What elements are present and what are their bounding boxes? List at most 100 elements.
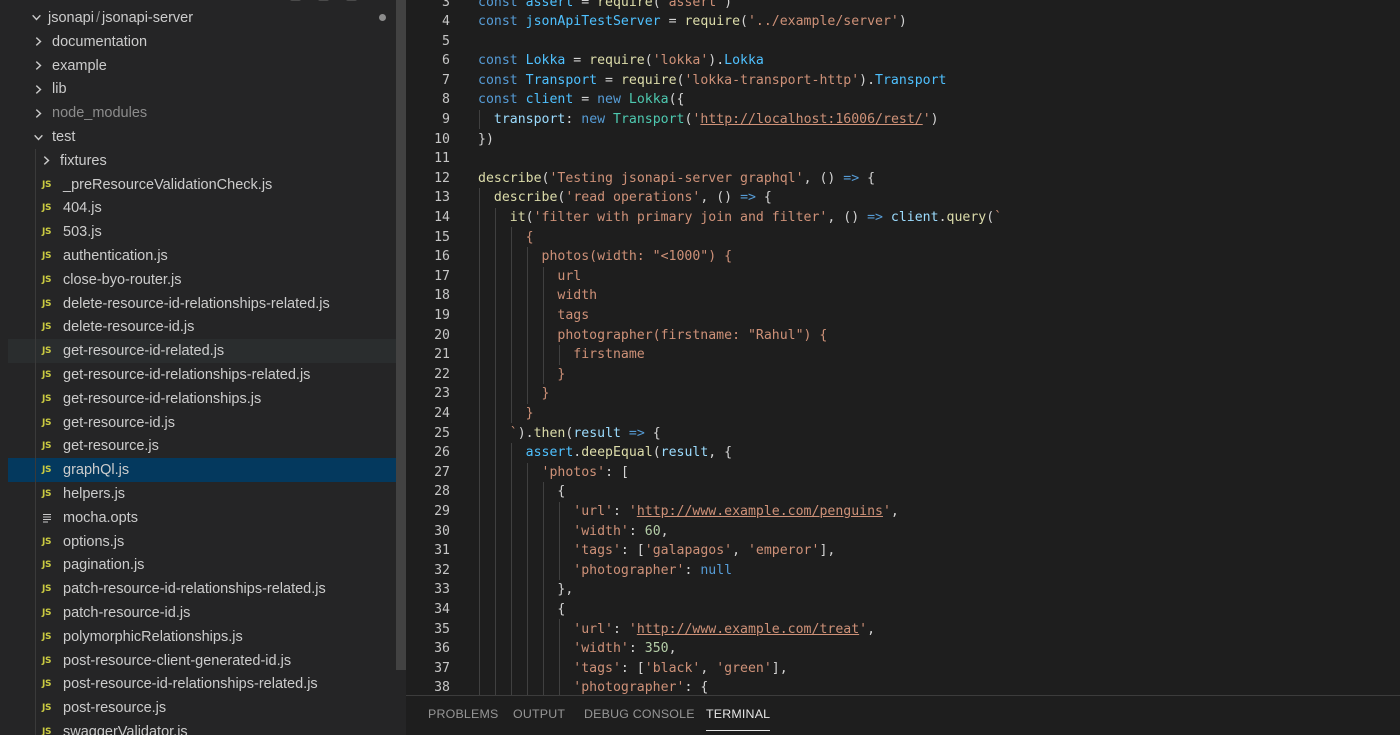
code-editor[interactable]: 3 const assert = require('assert') 4 const … bbox=[406, 0, 1400, 695]
indent-guide bbox=[35, 458, 36, 483]
tab-terminal[interactable]: TERMINAL bbox=[706, 707, 771, 731]
code-token: require bbox=[684, 14, 741, 30]
code-text: 'width': 60, bbox=[478, 524, 668, 539]
code-line[interactable]: 34 { bbox=[406, 599, 1400, 620]
toolbar-edge bbox=[346, 0, 357, 1]
folder-item[interactable]: node_modules bbox=[8, 101, 406, 125]
file-item[interactable]: JS close-byo-router.js bbox=[8, 268, 406, 292]
code-token: client bbox=[890, 210, 939, 226]
code-line[interactable]: 27 'photos': [ bbox=[406, 462, 1400, 483]
line-number: 37 bbox=[434, 660, 450, 676]
code-line[interactable]: 36 'width': 350, bbox=[406, 639, 1400, 659]
file-item[interactable]: JS patch-resource-id.js bbox=[8, 601, 406, 625]
code-line[interactable]: 8 const client = new Lokka({ bbox=[406, 90, 1400, 110]
code-line[interactable]: 15 { bbox=[406, 227, 1400, 247]
file-item[interactable]: JS pagination.js bbox=[8, 553, 406, 578]
code-line[interactable]: 26 assert.deepEqual(result, { bbox=[406, 443, 1400, 463]
file-item[interactable]: JS delete-resource-id.js bbox=[8, 315, 406, 340]
file-item[interactable]: JS _preResourceValidationCheck.js bbox=[8, 172, 406, 197]
code-token: ) bbox=[724, 0, 733, 10]
code-line[interactable]: 22 } bbox=[406, 364, 1400, 385]
indent-guide bbox=[35, 434, 36, 459]
code-line[interactable]: 17 url bbox=[406, 266, 1400, 287]
code-line[interactable]: 33 }, bbox=[406, 580, 1400, 600]
file-item[interactable]: mocha.opts bbox=[8, 506, 406, 530]
folder-item[interactable]: documentation bbox=[8, 30, 406, 54]
file-item[interactable]: JS options.js bbox=[8, 529, 406, 554]
code-line[interactable]: 30 'width': 60, bbox=[406, 521, 1400, 541]
code-line[interactable]: 7 const Transport = require('lokka-transp… bbox=[406, 71, 1400, 91]
code-text: transport: new Transport('http://localho… bbox=[478, 112, 939, 127]
tab-debug-console[interactable]: DEBUG CONSOLE bbox=[584, 707, 695, 731]
folder-item[interactable]: test bbox=[8, 125, 406, 149]
code-line[interactable]: 35 'url': 'http://www.example.com/treat'… bbox=[406, 619, 1400, 639]
code-line[interactable]: 32 'photographer': null bbox=[406, 560, 1400, 581]
code-token: 'galapagos' bbox=[644, 543, 733, 559]
code-line[interactable]: 16 photos(width: "<1000") { bbox=[406, 247, 1400, 267]
code-line[interactable]: 19 tags bbox=[406, 305, 1400, 326]
code-token: 'url' bbox=[573, 504, 613, 520]
file-item[interactable]: JS 404.js bbox=[8, 196, 406, 221]
code-line[interactable]: 3 const assert = require('assert') bbox=[406, 0, 1400, 12]
code-line[interactable]: 25 `).then(result => { bbox=[406, 423, 1400, 443]
explorer-root-folder[interactable]: jsonapi / jsonapi-server bbox=[8, 6, 406, 30]
code-line[interactable]: 21 firstname bbox=[406, 345, 1400, 365]
file-item[interactable]: JS swaggerValidator.js bbox=[8, 720, 406, 735]
javascript-file-icon: JS bbox=[42, 703, 52, 714]
code-line[interactable]: 37 'tags': ['black', 'green'], bbox=[406, 658, 1400, 679]
code-line[interactable]: 18 width bbox=[406, 286, 1400, 306]
code-line[interactable]: 10}) bbox=[406, 129, 1400, 149]
code-line[interactable]: 23 } bbox=[406, 384, 1400, 404]
folder-item[interactable]: example bbox=[8, 54, 406, 78]
file-item[interactable]: JS helpers.js bbox=[8, 482, 406, 506]
file-item[interactable]: JS delete-resource-id-relationships-relat… bbox=[8, 291, 406, 316]
code-token: ' bbox=[859, 621, 868, 637]
line-number: 27 bbox=[434, 464, 450, 480]
code-line[interactable]: 5 bbox=[406, 31, 1400, 51]
code-line[interactable]: 6 const Lokka = require('lokka').Lokka bbox=[406, 51, 1400, 71]
file-item[interactable]: JS authentication.js bbox=[8, 244, 406, 268]
file-item[interactable]: JS post-resource.js bbox=[8, 696, 406, 721]
file-item[interactable]: JS polymorphicRelationships.js bbox=[8, 625, 406, 649]
code-line[interactable]: 14 it('filter with primary join and filt… bbox=[406, 207, 1400, 228]
code-token: const bbox=[478, 0, 526, 10]
code-line[interactable]: 9 transport: new Transport('http://local… bbox=[406, 109, 1400, 130]
code-line[interactable]: 12 describe('Testing jsonapi-server graph… bbox=[406, 169, 1400, 189]
file-item[interactable]: JS get-resource-id.js bbox=[8, 410, 406, 435]
code-line[interactable]: 20 photographer(firstname: "Rahul") { bbox=[406, 325, 1400, 345]
code-token: require bbox=[589, 53, 645, 69]
code-text: describe('Testing jsonapi-server graphql… bbox=[478, 171, 875, 186]
folder-item[interactable]: lib bbox=[8, 78, 406, 102]
sidebar-scrollbar[interactable] bbox=[396, 0, 406, 670]
code-line[interactable]: 29 'url': 'http://www.example.com/pengui… bbox=[406, 501, 1400, 522]
file-item[interactable]: JS patch-resource-id-relationships-relate… bbox=[8, 577, 406, 602]
file-item[interactable]: JS get-resource-id-relationships.js bbox=[8, 387, 406, 411]
code-line[interactable]: 28 { bbox=[406, 482, 1400, 502]
file-item[interactable]: JS get-resource-id-relationships-related.… bbox=[8, 363, 406, 387]
code-line[interactable]: 38 'photographer': { bbox=[406, 678, 1400, 695]
code-token: Lokka bbox=[525, 53, 566, 69]
file-item[interactable]: JS get-resource.js bbox=[8, 434, 406, 459]
javascript-file-icon: JS bbox=[42, 584, 52, 595]
indent-guide bbox=[35, 696, 36, 721]
code-token: ({ bbox=[668, 92, 685, 108]
file-item[interactable]: JS get-resource-id-related.js bbox=[8, 339, 406, 364]
line-number: 26 bbox=[434, 445, 450, 461]
tab-output[interactable]: OUTPUT bbox=[513, 707, 565, 731]
code-line[interactable]: 13 describe('read operations', () => { bbox=[406, 188, 1400, 208]
file-item[interactable]: JS post-resource-id-relationships-related… bbox=[8, 672, 406, 697]
indent-guide bbox=[35, 625, 36, 649]
file-item[interactable]: JS graphQl.js bbox=[8, 458, 406, 483]
code-line[interactable]: 31 'tags': ['galapagos', 'emperor'], bbox=[406, 541, 1400, 561]
file-item[interactable]: JS post-resource-client-generated-id.js bbox=[8, 648, 406, 673]
code-token: 'filter with primary join and filter' bbox=[533, 210, 828, 226]
file-item[interactable]: JS 503.js bbox=[8, 220, 406, 245]
code-token: = bbox=[573, 0, 598, 10]
folder-item[interactable]: fixtures bbox=[8, 149, 406, 173]
tab-problems[interactable]: PROBLEMS bbox=[428, 707, 498, 731]
code-line[interactable]: 4 const jsonApiTestServer = require('../e… bbox=[406, 12, 1400, 32]
code-line[interactable]: 24 } bbox=[406, 403, 1400, 424]
code-line[interactable]: 11 bbox=[406, 149, 1400, 169]
